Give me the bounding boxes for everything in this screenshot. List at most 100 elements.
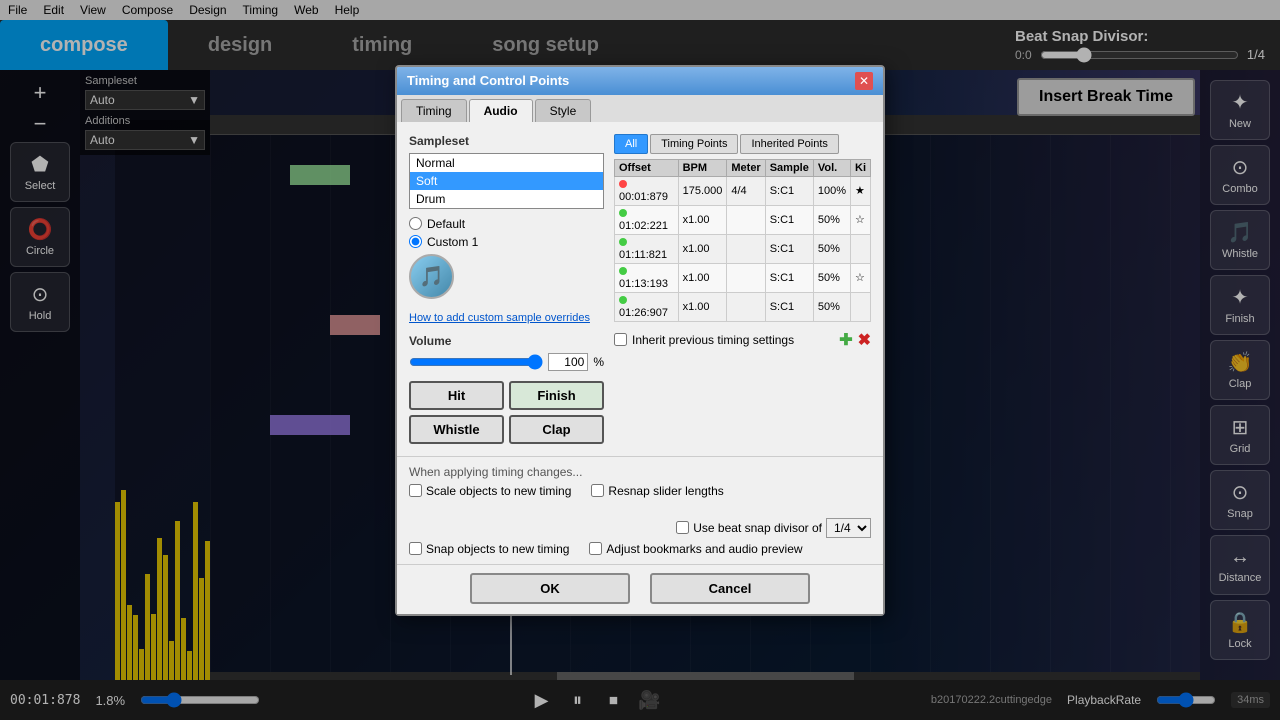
cell-offset: 01:11:821 [615, 234, 679, 263]
cell-ki: ★ [851, 176, 871, 205]
cell-meter [727, 234, 765, 263]
cell-offset: 01:26:907 [615, 292, 679, 321]
col-ki: Ki [851, 159, 871, 176]
tab-style[interactable]: Style [535, 99, 592, 122]
checkbox-beatsnap[interactable] [676, 521, 689, 534]
finish-button[interactable]: Finish [509, 381, 604, 410]
cell-meter: 4/4 [727, 176, 765, 205]
inherit-checkbox[interactable] [614, 333, 627, 346]
cell-ki [851, 234, 871, 263]
cell-bpm: x1.00 [678, 292, 727, 321]
cell-meter [727, 263, 765, 292]
timing-tab-inherited[interactable]: Inherited Points [740, 134, 838, 154]
volume-section: Volume 100 % [409, 334, 604, 371]
dialog-titlebar: Timing and Control Points ✕ [397, 67, 883, 95]
cell-vol: 50% [813, 292, 850, 321]
checkbox-snap-objects[interactable] [409, 542, 422, 555]
col-offset: Offset [615, 159, 679, 176]
cell-bpm: x1.00 [678, 205, 727, 234]
cell-ki: ☆ [851, 263, 871, 292]
cell-sample: S:C1 [765, 234, 813, 263]
table-row[interactable]: 01:26:907 x1.00 S:C1 50% [615, 292, 871, 321]
cell-vol: 50% [813, 263, 850, 292]
sampleset-list: Normal Soft Drum [409, 153, 604, 209]
inherit-delete-button[interactable]: ✖ [858, 330, 871, 350]
dialog-left-panel: Sampleset Normal Soft Drum Default Custo… [409, 134, 604, 444]
cell-vol: 50% [813, 205, 850, 234]
dialog-close-button[interactable]: ✕ [855, 72, 873, 90]
table-row[interactable]: 00:01:879 175.000 4/4 S:C1 100% ★ [615, 176, 871, 205]
when-applying-section: When applying timing changes... Scale ob… [397, 456, 883, 564]
timing-tab-points[interactable]: Timing Points [650, 134, 738, 154]
cancel-button[interactable]: Cancel [650, 573, 810, 604]
table-row[interactable]: 01:02:221 x1.00 S:C1 50% ☆ [615, 205, 871, 234]
cell-bpm: x1.00 [678, 234, 727, 263]
sampleset-section-label: Sampleset [409, 134, 604, 148]
dialog-title: Timing and Control Points [407, 73, 569, 88]
tab-timing[interactable]: Timing [401, 99, 467, 122]
table-row[interactable]: 01:13:193 x1.00 S:C1 50% ☆ [615, 263, 871, 292]
checkbox-scale[interactable] [409, 484, 422, 497]
whistle-button[interactable]: Whistle [409, 415, 504, 444]
cell-offset: 01:13:193 [615, 263, 679, 292]
table-row[interactable]: 01:11:821 x1.00 S:C1 50% [615, 234, 871, 263]
dialog-body: Sampleset Normal Soft Drum Default Custo… [397, 122, 883, 456]
checkbox-adjust-bookmarks[interactable] [589, 542, 602, 555]
cell-sample: S:C1 [765, 176, 813, 205]
sampleset-normal[interactable]: Normal [410, 154, 603, 172]
cell-offset: 00:01:879 [615, 176, 679, 205]
inherit-add-button[interactable]: ✚ [839, 330, 852, 350]
checkbox-resnap[interactable] [591, 484, 604, 497]
checkbox-row: Scale objects to new timing Resnap slide… [409, 484, 871, 538]
timing-dialog: Timing and Control Points ✕ Timing Audio… [395, 65, 885, 616]
dialog-tabs: Timing Audio Style [397, 95, 883, 122]
cell-vol: 50% [813, 234, 850, 263]
cell-ki [851, 292, 871, 321]
checkbox-beatsnap-label: Use beat snap divisor of [693, 521, 822, 535]
timing-tab-all[interactable]: All [614, 134, 648, 154]
cell-vol: 100% [813, 176, 850, 205]
custom-avatar: 🎵 [409, 254, 499, 304]
col-meter: Meter [727, 159, 765, 176]
cell-meter [727, 205, 765, 234]
custom-link[interactable]: How to add custom sample overrides [409, 312, 604, 324]
col-sample: Sample [765, 159, 813, 176]
dialog-footer: OK Cancel [397, 564, 883, 614]
radio-default[interactable] [409, 217, 422, 230]
cell-sample: S:C1 [765, 263, 813, 292]
sampleset-soft[interactable]: Soft [410, 172, 603, 190]
radio-custom1[interactable] [409, 235, 422, 248]
checkbox-resnap-label: Resnap slider lengths [608, 484, 723, 498]
ok-button[interactable]: OK [470, 573, 630, 604]
cell-meter [727, 292, 765, 321]
checkbox-row-2: Snap objects to new timing Adjust bookma… [409, 542, 871, 556]
cell-offset: 01:02:221 [615, 205, 679, 234]
sample-buttons: Hit Finish Whistle Clap [409, 381, 604, 444]
volume-input[interactable]: 100 [548, 353, 588, 371]
col-vol: Vol. [813, 159, 850, 176]
cell-bpm: 175.000 [678, 176, 727, 205]
tab-audio[interactable]: Audio [469, 99, 533, 122]
checkbox-snap-objects-label: Snap objects to new timing [426, 542, 569, 556]
cell-ki: ☆ [851, 205, 871, 234]
cell-sample: S:C1 [765, 205, 813, 234]
checkbox-adjust-label: Adjust bookmarks and audio preview [606, 542, 802, 556]
timing-table: Offset BPM Meter Sample Vol. Ki 00:01:87… [614, 159, 871, 322]
radio-default-label: Default [427, 217, 465, 231]
inherit-row: Inherit previous timing settings ✚ ✖ [614, 330, 871, 350]
clap-button[interactable]: Clap [509, 415, 604, 444]
beat-snap-divisor-select[interactable]: 1/41/21/8 [826, 518, 871, 538]
timing-tabs: All Timing Points Inherited Points [614, 134, 871, 154]
dialog-right-panel: All Timing Points Inherited Points Offse… [614, 134, 871, 444]
hit-button[interactable]: Hit [409, 381, 504, 410]
volume-slider[interactable] [409, 354, 543, 370]
volume-label: Volume [409, 334, 604, 348]
cell-sample: S:C1 [765, 292, 813, 321]
when-applying-label: When applying timing changes... [409, 465, 871, 479]
modal-overlay: Timing and Control Points ✕ Timing Audio… [0, 0, 1280, 720]
radio-custom1-label: Custom 1 [427, 235, 478, 249]
sampleset-drum[interactable]: Drum [410, 190, 603, 208]
checkbox-scale-label: Scale objects to new timing [426, 484, 571, 498]
cell-bpm: x1.00 [678, 263, 727, 292]
col-bpm: BPM [678, 159, 727, 176]
